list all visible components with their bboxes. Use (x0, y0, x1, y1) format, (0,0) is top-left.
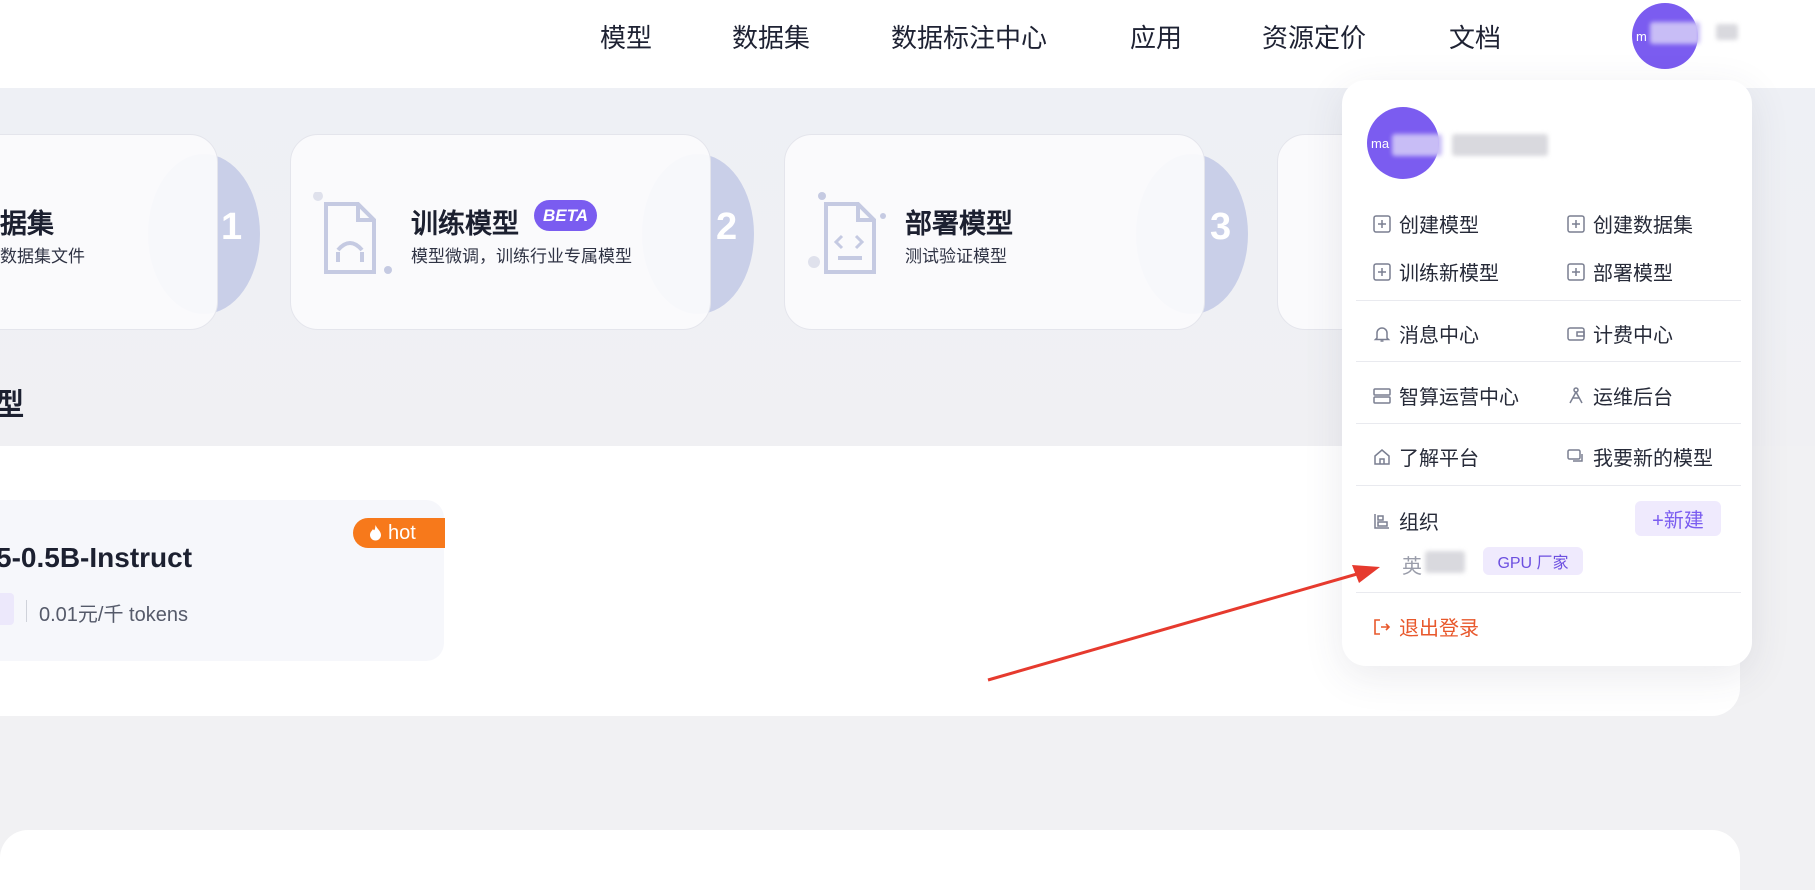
divider (26, 600, 27, 622)
menu-divider (1356, 592, 1741, 593)
organization-label: 组织 (1399, 512, 1439, 534)
organization-tag: GPU 厂家 (1483, 547, 1583, 575)
avatar-text: m (1636, 28, 1647, 44)
step-2-subtitle: 模型微调，训练行业专属模型 (411, 247, 632, 266)
request-model-item[interactable]: 我要新的模型 (1567, 442, 1713, 471)
request-model-label: 我要新的模型 (1593, 448, 1713, 470)
compute-ops-center-label: 智算运营中心 (1399, 387, 1519, 409)
nav-docs[interactable]: 文档 (1449, 18, 1501, 55)
about-platform-item[interactable]: 了解平台 (1373, 442, 1479, 471)
hot-label: hot (388, 521, 416, 544)
home-icon (1374, 448, 1390, 465)
step-3-number: 3 (1210, 206, 1232, 248)
menu-divider (1356, 361, 1741, 362)
server-icon (1373, 387, 1391, 404)
message-center-item[interactable]: 消息中心 (1373, 319, 1479, 348)
redacted-account (1452, 134, 1548, 156)
nodes-icon (1569, 386, 1583, 403)
model-name: 5-0.5B-Instruct (0, 542, 193, 573)
bell-icon (1373, 326, 1391, 342)
create-dataset-label: 创建数据集 (1593, 215, 1693, 237)
message-center-label: 消息中心 (1399, 325, 1479, 347)
menu-divider (1356, 423, 1741, 424)
menu-divider (1356, 485, 1741, 486)
wallet-icon (1567, 326, 1585, 341)
step-3-title: 部署模型 (905, 209, 1013, 239)
logout-item[interactable]: 退出登录 (1373, 612, 1479, 641)
deploy-model-label: 部署模型 (1593, 263, 1673, 285)
new-organization-button[interactable]: +新建 (1635, 501, 1721, 536)
plus-square-icon (1373, 262, 1391, 281)
chat-icon (1567, 448, 1583, 462)
section-title: 型 (0, 389, 24, 422)
plus-square-icon (1567, 214, 1585, 233)
ops-backend-label: 运维后台 (1593, 387, 1673, 409)
menu-avatar-text: ma (1371, 135, 1390, 151)
train-model-label: 训练新模型 (1399, 263, 1499, 285)
step-2-title: 训练模型 (411, 209, 519, 239)
create-model-item[interactable]: 创建模型 (1373, 209, 1479, 238)
logout-label: 退出登录 (1399, 618, 1479, 640)
code-document-icon (808, 192, 886, 274)
step-1-number: 1 (221, 206, 243, 248)
step-2-number: 2 (716, 206, 738, 248)
redacted-org-name (1425, 551, 1465, 573)
nav-datasets[interactable]: 数据集 (732, 18, 810, 55)
step-3-subtitle: 测试验证模型 (905, 247, 1007, 266)
billing-center-label: 计费中心 (1593, 325, 1673, 347)
redacted-name (1392, 134, 1442, 156)
organization-name[interactable]: 英 (1402, 550, 1422, 579)
plus-square-icon (1567, 262, 1585, 281)
plus-square-icon (1373, 214, 1391, 233)
create-model-label: 创建模型 (1399, 215, 1479, 237)
nav-pricing[interactable]: 资源定价 (1262, 18, 1366, 55)
hot-badge: hot (353, 518, 445, 548)
create-dataset-item[interactable]: 创建数据集 (1567, 209, 1693, 238)
step-1-subtitle: 数据集文件 (0, 247, 85, 266)
redacted-username (1650, 22, 1700, 44)
nav-models[interactable]: 模型 (600, 18, 652, 55)
nav-apps[interactable]: 应用 (1130, 18, 1182, 55)
lower-panel (0, 830, 1740, 890)
document-icon (313, 192, 392, 274)
menu-divider (1356, 300, 1741, 301)
billing-center-item[interactable]: 计费中心 (1567, 319, 1673, 348)
flame-icon (370, 525, 381, 541)
nav-annotation-center[interactable]: 数据标注中心 (891, 18, 1047, 55)
about-platform-label: 了解平台 (1399, 448, 1479, 470)
organization-icon (1374, 513, 1389, 529)
organization-header: 组织 (1373, 506, 1439, 535)
model-tag (0, 593, 14, 625)
beta-badge: BETA (534, 200, 597, 231)
step-1-title: 据集 (0, 209, 54, 239)
redacted-username-2 (1716, 24, 1738, 40)
model-price: 0.01元/千 tokens (39, 604, 188, 626)
compute-ops-center-item[interactable]: 智算运营中心 (1373, 381, 1519, 410)
logout-icon (1374, 618, 1391, 635)
deploy-model-item[interactable]: 部署模型 (1567, 257, 1673, 286)
ops-backend-item[interactable]: 运维后台 (1567, 381, 1673, 410)
train-model-item[interactable]: 训练新模型 (1373, 257, 1499, 286)
